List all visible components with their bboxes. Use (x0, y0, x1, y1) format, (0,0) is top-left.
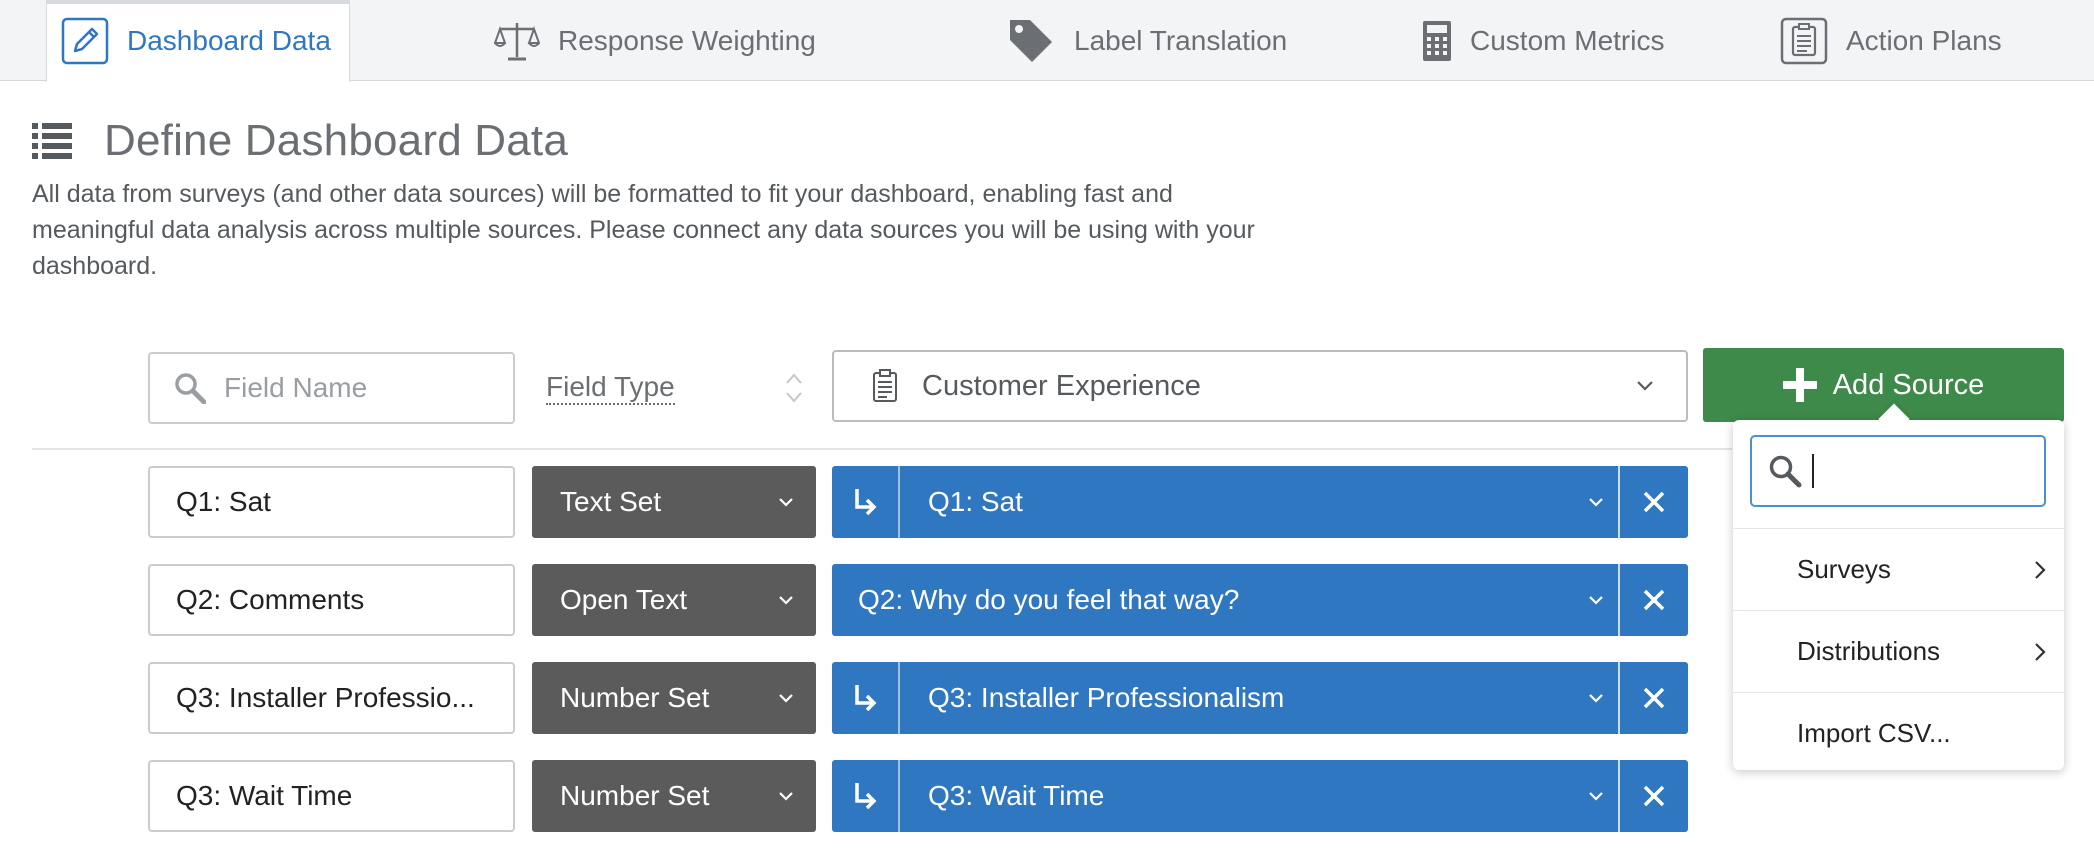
clipboard-icon (873, 369, 897, 402)
chevron-right-icon (2035, 642, 2046, 661)
close-icon (1643, 785, 1665, 807)
chevron-down-icon (779, 792, 793, 801)
chevron-down-icon (779, 596, 793, 605)
calculator-icon (1423, 20, 1451, 61)
tag-icon (1010, 19, 1052, 62)
tab-label-translation[interactable]: Label Translation (1006, 0, 1287, 81)
add-source-label: Add Source (1832, 368, 1985, 401)
field-name-input[interactable]: Q2: Comments (148, 564, 515, 636)
source-select-value: Customer Experience (922, 369, 1201, 402)
field-type-select[interactable]: Open Text (532, 564, 816, 636)
tab-action-plans[interactable]: Action Plans (1780, 0, 2002, 81)
chevron-down-icon (779, 694, 793, 703)
field-name-search-input[interactable]: Field Name (148, 352, 515, 424)
mapping-arrow-icon (832, 662, 900, 734)
field-row: Q2: Comments Open Text Q2: Why do you fe… (148, 564, 1688, 636)
tab-label: Response Weighting (558, 24, 816, 56)
mapping-arrow-icon (832, 466, 900, 538)
menu-item-label: Surveys (1797, 554, 1891, 584)
field-row: Q3: Installer Professio... Number Set Q3… (148, 662, 1688, 734)
chevron-down-icon (1576, 760, 1616, 832)
chevron-down-icon (1576, 466, 1616, 538)
source-mapping-select[interactable]: Q3: Installer Professionalism (832, 662, 1688, 734)
mapped-question: Q2: Why do you feel that way? (858, 584, 1240, 615)
menu-item-label: Import CSV... (1797, 718, 1951, 748)
remove-mapping-button[interactable] (1618, 662, 1688, 734)
pencil-icon (61, 17, 109, 65)
search-icon (1769, 455, 1802, 488)
menu-item-label: Distributions (1797, 636, 1941, 666)
field-type-value: Text Set (560, 486, 662, 517)
field-name-input[interactable]: Q3: Installer Professio... (148, 662, 515, 734)
source-select[interactable]: Customer Experience (832, 350, 1688, 422)
add-source-menu: Surveys Distributions Import CSV... (1733, 420, 2064, 770)
search-icon (175, 373, 206, 404)
field-type-select[interactable]: Text Set (532, 466, 816, 538)
remove-mapping-button[interactable] (1618, 760, 1688, 832)
tab-response-weighting[interactable]: Response Weighting (494, 0, 816, 81)
remove-mapping-button[interactable] (1618, 564, 1688, 636)
remove-mapping-button[interactable] (1618, 466, 1688, 538)
field-name-placeholder: Field Name (224, 372, 368, 403)
field-name-input[interactable]: Q3: Wait Time (148, 760, 515, 832)
menu-item-surveys[interactable]: Surveys (1733, 528, 2064, 610)
list-icon (32, 123, 72, 159)
divider (32, 448, 1732, 450)
scale-icon (494, 22, 540, 60)
source-mapping-select[interactable]: Q1: Sat (832, 466, 1688, 538)
field-row: Q1: Sat Text Set Q1: Sat (148, 466, 1688, 538)
source-mapping-select[interactable]: Q3: Wait Time (832, 760, 1688, 832)
field-type-sort[interactable]: Field Type (546, 366, 804, 410)
close-icon (1643, 491, 1665, 513)
mapped-question: Q3: Installer Professionalism (928, 682, 1285, 713)
chevron-right-icon (2035, 560, 2046, 579)
field-row: Q3: Wait Time Number Set Q3: Wait Time (148, 760, 1688, 832)
menu-item-import-csv[interactable]: Import CSV... (1733, 692, 2064, 774)
chevron-down-icon (779, 498, 793, 507)
source-search-input[interactable] (1750, 435, 2046, 507)
field-type-value: Number Set (560, 682, 710, 713)
add-source-button[interactable]: Add Source (1703, 348, 2064, 422)
source-mapping-select[interactable]: Q2: Why do you feel that way? (832, 564, 1688, 636)
tab-label: Custom Metrics (1470, 24, 1665, 56)
field-type-select[interactable]: Number Set (532, 760, 816, 832)
chevron-down-icon (1637, 381, 1653, 391)
chevron-down-icon (1576, 564, 1616, 636)
tab-custom-metrics[interactable]: Custom Metrics (1422, 0, 1664, 81)
sort-icon (786, 373, 802, 403)
field-type-value: Number Set (560, 780, 710, 811)
close-icon (1643, 589, 1665, 611)
tab-dashboard-data[interactable]: Dashboard Data (46, 0, 350, 82)
page-header: Define Dashboard Data (32, 116, 568, 166)
page-description: All data from surveys (and other data so… (32, 180, 1255, 280)
field-name-input[interactable]: Q1: Sat (148, 466, 515, 538)
page-title: Define Dashboard Data (104, 116, 569, 165)
tab-bar: Dashboard Data Response Weighting Label … (0, 0, 2094, 82)
tab-label: Label Translation (1074, 24, 1288, 56)
field-type-label: Field Type (546, 371, 675, 405)
field-type-value: Open Text (560, 584, 688, 615)
mapped-question: Q3: Wait Time (928, 780, 1105, 811)
chevron-down-icon (1576, 662, 1616, 734)
tab-label: Dashboard Data (127, 25, 331, 56)
mapped-question: Q1: Sat (928, 486, 1023, 517)
mapping-arrow-icon (832, 760, 900, 832)
field-type-select[interactable]: Number Set (532, 662, 816, 734)
tab-label: Action Plans (1846, 24, 2002, 56)
plus-icon (1782, 368, 1817, 402)
clipboard-icon (1780, 17, 1828, 64)
text-cursor (1812, 454, 1814, 488)
menu-item-distributions[interactable]: Distributions (1733, 610, 2064, 692)
close-icon (1643, 687, 1665, 709)
